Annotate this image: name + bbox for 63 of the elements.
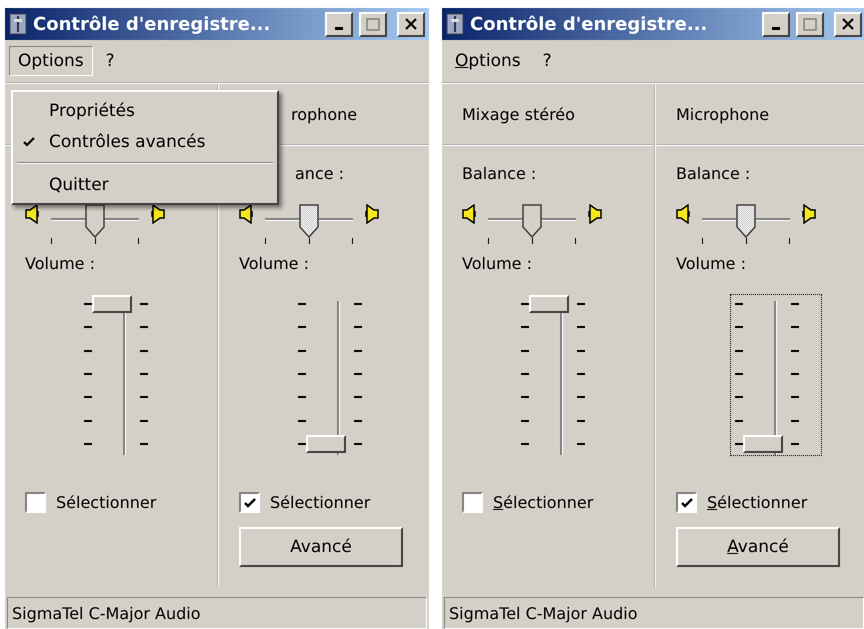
- checkbox[interactable]: [25, 492, 46, 513]
- volume-label: Volume :: [25, 254, 95, 272]
- channel-name: rophone: [291, 104, 358, 124]
- menu-option[interactable]: Propriétés: [13, 95, 277, 126]
- advanced-button[interactable]: Avancé: [239, 527, 403, 567]
- close-icon: [404, 18, 418, 30]
- speaker-icon: [239, 204, 253, 224]
- check-icon: [23, 136, 35, 146]
- advanced-button[interactable]: Avancé: [676, 527, 840, 567]
- speaker-icon: [676, 204, 690, 224]
- close-button[interactable]: [834, 12, 862, 36]
- check-icon: [244, 498, 256, 508]
- menu-item[interactable]: ?: [96, 46, 124, 76]
- volume-label: Volume :: [239, 254, 309, 272]
- checkbox-label[interactable]: Sélectionner: [493, 493, 594, 512]
- checkbox[interactable]: [676, 492, 697, 513]
- minimize-button[interactable]: [762, 12, 790, 36]
- speaker-icon: [151, 204, 165, 224]
- balance-label: ance :: [295, 164, 344, 182]
- menu-item[interactable]: Options: [446, 46, 530, 76]
- minimize-icon: [772, 26, 780, 30]
- balance-slider[interactable]: [265, 204, 353, 244]
- volume-label: Volume :: [676, 254, 746, 272]
- window-title: Contrôle d'enregistre...: [470, 14, 708, 34]
- menu-item[interactable]: ?: [534, 46, 561, 76]
- volume-slider[interactable]: [730, 294, 822, 456]
- app-icon: [446, 13, 464, 35]
- minimize-button[interactable]: [325, 12, 353, 36]
- menu-option[interactable]: Contrôles avancés: [13, 126, 277, 157]
- menu-item[interactable]: Options: [9, 46, 93, 76]
- checkbox[interactable]: [239, 492, 260, 513]
- speaker-icon: [588, 204, 602, 224]
- maximize-icon: [803, 18, 817, 30]
- status-bar: SigmaTel C-Major Audio: [444, 597, 864, 629]
- check-icon: [680, 498, 692, 508]
- speaker-icon: [25, 204, 39, 224]
- balance-slider[interactable]: [702, 204, 790, 244]
- menu-option[interactable]: Quitter: [13, 169, 277, 200]
- maximize-button[interactable]: [359, 12, 387, 36]
- checkbox[interactable]: [462, 492, 483, 513]
- balance-slider[interactable]: [488, 204, 576, 244]
- close-icon: [841, 18, 855, 30]
- maximize-icon: [366, 18, 380, 30]
- close-button[interactable]: [397, 12, 425, 36]
- minimize-icon: [335, 26, 343, 30]
- speaker-icon: [365, 204, 379, 224]
- volume-label: Volume :: [462, 254, 532, 272]
- speaker-icon: [462, 204, 476, 224]
- status-bar: SigmaTel C-Major Audio: [7, 597, 427, 629]
- window-title: Contrôle d'enregistre...: [33, 14, 272, 34]
- slider-thumb[interactable]: [85, 204, 105, 238]
- speaker-icon: [802, 204, 816, 224]
- balance-slider[interactable]: [51, 204, 139, 244]
- maximize-button[interactable]: [796, 12, 824, 36]
- checkbox-label[interactable]: Sélectionner: [270, 493, 370, 512]
- slider-thumb[interactable]: [522, 204, 542, 238]
- checkbox-label[interactable]: Sélectionner: [707, 493, 808, 512]
- checkbox-label[interactable]: Sélectionner: [56, 493, 156, 512]
- balance-label: Balance :: [462, 164, 536, 182]
- channel-name: Mixage stéréo: [462, 104, 575, 124]
- balance-label: Balance :: [676, 164, 750, 182]
- app-icon: [9, 13, 27, 35]
- channel-name: Microphone: [676, 104, 770, 124]
